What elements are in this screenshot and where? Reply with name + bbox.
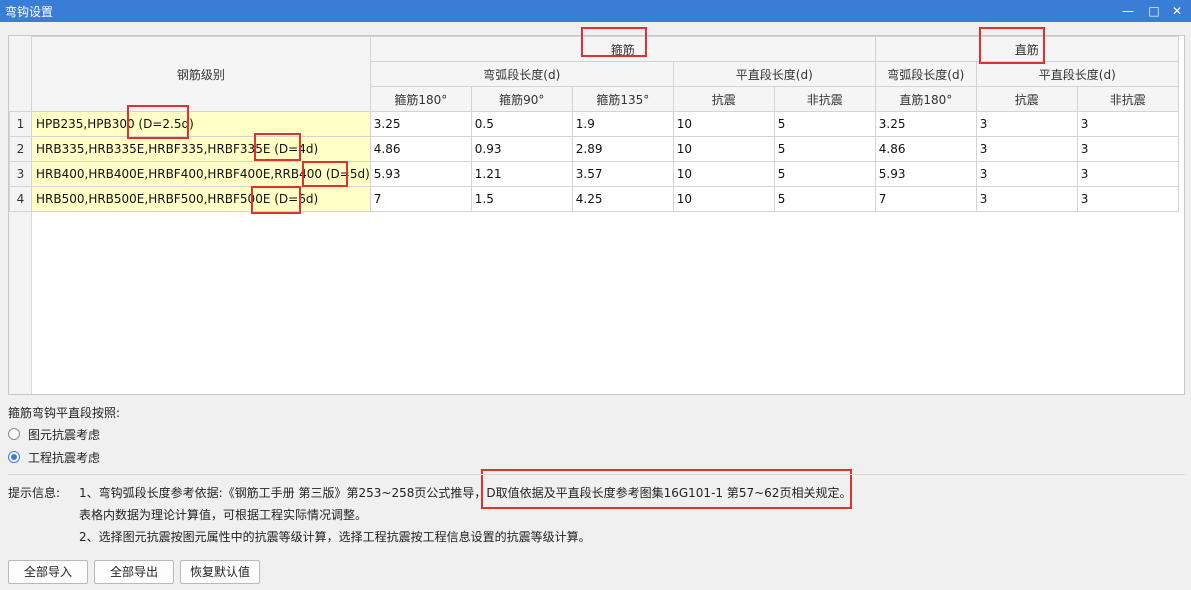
value-cell[interactable]: 10 xyxy=(672,161,775,187)
minimize-icon[interactable]: — xyxy=(1117,1,1139,21)
value-cell[interactable]: 3.25 xyxy=(369,111,472,137)
value-cell[interactable]: 2.89 xyxy=(571,136,674,162)
radio-label: 图元抗震考虑 xyxy=(28,427,101,442)
value-cell[interactable]: 10 xyxy=(672,186,775,212)
radio-button[interactable] xyxy=(8,428,20,440)
value-cell[interactable]: 4.86 xyxy=(874,136,977,162)
row-number: 1 xyxy=(9,111,32,137)
straight-arc-header: 弯弧段长度(d) xyxy=(874,61,977,87)
value-cell[interactable]: 7 xyxy=(874,186,977,212)
straight-group-header: 直筋 xyxy=(874,36,1179,62)
row-number: 2 xyxy=(9,136,32,162)
tip-line-2: 表格内数据为理论计算值，可根据工程实际情况调整。 xyxy=(79,508,368,522)
corner-cell xyxy=(9,36,32,112)
value-cell[interactable]: 1.21 xyxy=(470,161,573,187)
row-number: 4 xyxy=(9,186,32,212)
table-row: 1 HPB235,HPB300 (D=2.5d) 3.25 0.5 1.9 10… xyxy=(9,111,1179,137)
table-row: 4 HRB500,HRB500E,HRBF500,HRBF500E (D=6d)… xyxy=(9,186,1179,212)
stirrup-group-header: 箍筋 xyxy=(369,36,876,62)
grade-cell[interactable]: HRB335,HRB335E,HRBF335,HRBF335E (D=4d) xyxy=(31,136,371,162)
tip-line-1: 1、弯钩弧段长度参考依据:《钢筋工手册 第三版》第253~258页公式推导，D取… xyxy=(79,486,852,500)
table-row: 2 HRB335,HRB335E,HRBF335,HRBF335E (D=4d)… xyxy=(9,136,1179,162)
grade-header: 钢筋级别 xyxy=(31,36,371,112)
col-nonseismic-2: 非抗震 xyxy=(1076,86,1179,112)
col-stirrup-135: 箍筋135° xyxy=(571,86,674,112)
close-icon[interactable]: ✕ xyxy=(1166,1,1188,21)
value-cell[interactable]: 3 xyxy=(975,136,1078,162)
value-cell[interactable]: 4.86 xyxy=(369,136,472,162)
value-cell[interactable]: 5 xyxy=(773,186,876,212)
straight-flat-header: 平直段长度(d) xyxy=(975,61,1179,87)
value-cell[interactable]: 0.93 xyxy=(470,136,573,162)
value-cell[interactable]: 10 xyxy=(672,111,775,137)
restore-defaults-button[interactable]: 恢复默认值 xyxy=(180,560,260,584)
value-cell[interactable]: 3.25 xyxy=(874,111,977,137)
tip-line-3: 2、选择图元抗震按图元属性中的抗震等级计算，选择工程抗震按工程信息设置的抗震等级… xyxy=(79,530,591,544)
value-cell[interactable]: 3 xyxy=(1076,161,1179,187)
value-cell[interactable]: 5 xyxy=(773,161,876,187)
value-cell[interactable]: 3 xyxy=(975,111,1078,137)
hook-settings-grid: 钢筋级别 箍筋 直筋 弯弧段长度(d) 平直段长度(d) 弯弧段长度(d) 平直… xyxy=(8,35,1185,395)
grade-cell[interactable]: HRB400,HRB400E,HRBF400,HRBF400E,RRB400 (… xyxy=(31,161,371,187)
radio-project-seismic[interactable]: 工程抗震考虑 xyxy=(8,448,100,466)
maximize-icon[interactable]: □ xyxy=(1143,1,1165,21)
title-bar: 弯钩设置 — □ ✕ xyxy=(0,0,1191,22)
radio-button-checked[interactable] xyxy=(8,451,20,463)
value-cell[interactable]: 3.57 xyxy=(571,161,674,187)
hook-option-label: 箍筋弯钩平直段按照: xyxy=(8,406,121,420)
col-seismic: 抗震 xyxy=(672,86,775,112)
stirrup-arc-header: 弯弧段长度(d) xyxy=(369,61,674,87)
col-seismic-2: 抗震 xyxy=(975,86,1078,112)
col-stirrup-90: 箍筋90° xyxy=(470,86,573,112)
value-cell[interactable]: 3 xyxy=(1076,111,1179,137)
value-cell[interactable]: 5.93 xyxy=(874,161,977,187)
stirrup-flat-header: 平直段长度(d) xyxy=(672,61,876,87)
hook-table: 钢筋级别 箍筋 直筋 弯弧段长度(d) 平直段长度(d) 弯弧段长度(d) 平直… xyxy=(9,36,1179,212)
grade-cell[interactable]: HRB500,HRB500E,HRBF500,HRBF500E (D=6d) xyxy=(31,186,371,212)
radio-label: 工程抗震考虑 xyxy=(28,450,101,465)
value-cell[interactable]: 1.5 xyxy=(470,186,573,212)
export-all-button[interactable]: 全部导出 xyxy=(94,560,174,584)
col-straight-180: 直筋180° xyxy=(874,86,977,112)
value-cell[interactable]: 10 xyxy=(672,136,775,162)
value-cell[interactable]: 5.93 xyxy=(369,161,472,187)
value-cell[interactable]: 5 xyxy=(773,136,876,162)
value-cell[interactable]: 0.5 xyxy=(470,111,573,137)
value-cell[interactable]: 3 xyxy=(975,186,1078,212)
value-cell[interactable]: 4.25 xyxy=(571,186,674,212)
value-cell[interactable]: 3 xyxy=(975,161,1078,187)
value-cell[interactable]: 7 xyxy=(369,186,472,212)
import-all-button[interactable]: 全部导入 xyxy=(8,560,88,584)
col-nonseismic: 非抗震 xyxy=(773,86,876,112)
table-row: 3 HRB400,HRB400E,HRBF400,HRBF400E,RRB400… xyxy=(9,161,1179,187)
grade-cell[interactable]: HPB235,HPB300 (D=2.5d) xyxy=(31,111,371,137)
radio-element-seismic[interactable]: 图元抗震考虑 xyxy=(8,425,100,443)
tip-label: 提示信息: xyxy=(8,486,61,500)
value-cell[interactable]: 1.9 xyxy=(571,111,674,137)
window-title: 弯钩设置 xyxy=(5,5,54,19)
value-cell[interactable]: 3 xyxy=(1076,136,1179,162)
value-cell[interactable]: 5 xyxy=(773,111,876,137)
col-stirrup-180: 箍筋180° xyxy=(369,86,472,112)
value-cell[interactable]: 3 xyxy=(1076,186,1179,212)
divider xyxy=(8,474,1185,475)
row-number: 3 xyxy=(9,161,32,187)
